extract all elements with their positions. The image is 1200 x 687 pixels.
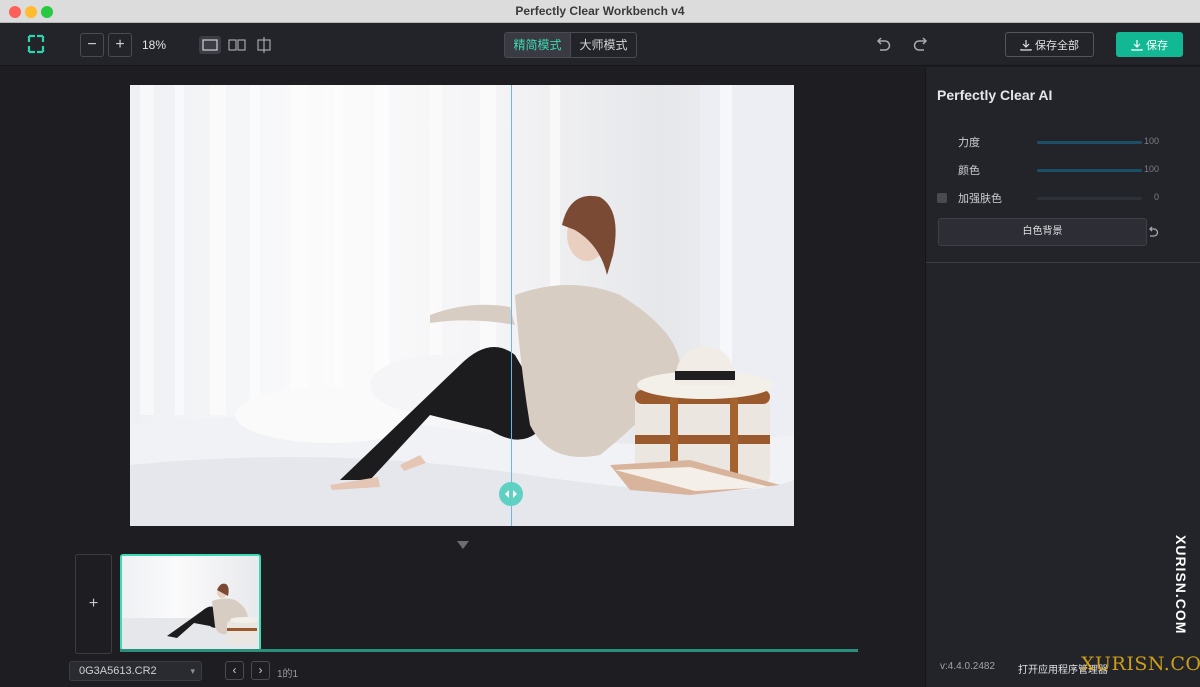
save-button[interactable]: 保存 [1116, 32, 1183, 57]
single-view-button[interactable] [199, 36, 221, 54]
version-label: v:4.4.0.2482 [940, 661, 996, 672]
slider-skin-tone: 加强肤色 0 [926, 190, 1200, 210]
photo-preview[interactable] [130, 85, 794, 526]
split-divider[interactable] [511, 85, 512, 526]
mode-switcher: 精简模式 大师模式 [504, 32, 637, 58]
skin-tone-checkbox[interactable] [937, 193, 947, 203]
slider-label: 颜色 [958, 165, 980, 177]
file-select-dropdown[interactable]: 0G3A5613.CR2 ▾ [69, 661, 202, 681]
save-label: 保存 [1146, 39, 1168, 52]
tab-simple-mode[interactable]: 精简模式 [505, 33, 571, 57]
app-logo-icon [27, 34, 45, 54]
photo-illustration [130, 85, 794, 526]
chevron-updown-icon: ▾ [190, 666, 195, 676]
download-icon [1020, 39, 1032, 51]
slider-label: 力度 [958, 137, 980, 149]
color-slider[interactable] [1037, 169, 1142, 172]
next-image-button[interactable]: › [251, 661, 270, 680]
slider-label: 加强肤色 [958, 193, 1002, 205]
slider-value: 100 [1143, 136, 1159, 146]
zoom-out-button[interactable]: − [80, 33, 104, 57]
redo-icon[interactable] [912, 36, 930, 54]
slider-value: 0 [1153, 192, 1159, 202]
save-all-label: 保存全部 [1035, 39, 1079, 52]
split-drag-handle[interactable] [499, 482, 523, 506]
window-title: Perfectly Clear Workbench v4 [515, 4, 685, 18]
collapse-filmstrip-arrow-icon[interactable] [457, 541, 469, 549]
crop-view-button[interactable] [253, 36, 275, 54]
slider-fill [1037, 169, 1142, 172]
single-view-icon [202, 39, 218, 51]
split-view-icon [228, 39, 246, 51]
slider-fill [1037, 141, 1142, 144]
panel-divider [926, 262, 1200, 263]
previous-image-button[interactable]: ‹ [225, 661, 244, 680]
add-image-button[interactable]: + [75, 554, 112, 654]
undo-icon[interactable] [874, 36, 892, 54]
split-arrows-icon [505, 490, 517, 498]
filmstrip-scrollbar[interactable] [120, 649, 858, 652]
zoom-level: 18% [142, 38, 167, 52]
strength-slider[interactable] [1037, 141, 1142, 144]
watermark-vertical: XURISN.COM [1173, 535, 1189, 635]
slider-color: 颜色 100 [926, 162, 1200, 182]
watermark-horizontal: XURISN.COM [1081, 653, 1200, 675]
canvas-area: + 0G3A5613.CR2 ▾ ‹ › 1的1 [0, 67, 925, 687]
toolbar: − + 18% 精简模式 大师模式 保存全部 保存 [0, 23, 1200, 66]
slider-value: 100 [1143, 164, 1159, 174]
slider-strength: 力度 100 [926, 134, 1200, 154]
title-bar: Perfectly Clear Workbench v4 [0, 0, 1200, 23]
image-page-count: 1的1 [277, 669, 299, 680]
zoom-in-button[interactable]: + [108, 33, 132, 57]
split-view-button[interactable] [226, 36, 248, 54]
skin-tone-slider[interactable] [1037, 197, 1142, 200]
file-select-value: 0G3A5613.CR2 [79, 665, 157, 677]
crop-view-icon [257, 37, 271, 53]
download-icon [1131, 39, 1143, 51]
save-all-button[interactable]: 保存全部 [1005, 32, 1094, 57]
tab-master-mode[interactable]: 大师模式 [571, 33, 636, 57]
white-background-button[interactable]: 白色背景 [938, 218, 1147, 246]
thumbnail-selected[interactable] [120, 554, 261, 651]
thumbnail-image [167, 583, 258, 643]
adjustments-panel: Perfectly Clear AI 力度 100 颜色 100 加强肤色 0 … [925, 67, 1200, 687]
panel-title: Perfectly Clear AI [937, 87, 1053, 103]
reset-icon[interactable] [1146, 225, 1160, 239]
